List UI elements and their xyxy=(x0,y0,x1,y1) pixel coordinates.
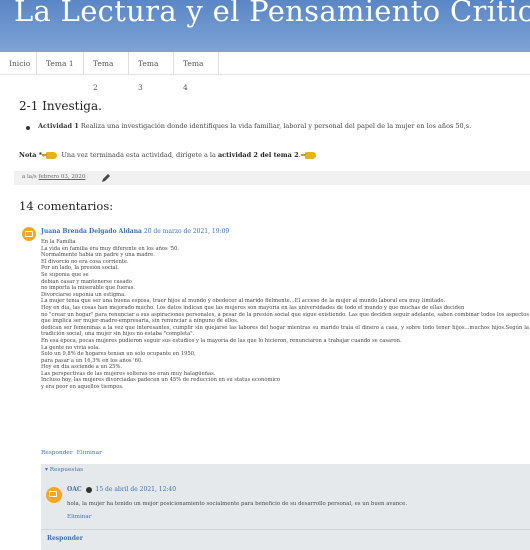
comment-line: En esa época, pocas mujeres pudieron seg… xyxy=(41,337,402,344)
hand-pointer-icon xyxy=(42,151,58,159)
delete-link[interactable]: Eliminar xyxy=(77,450,102,456)
reply-author[interactable]: OAC xyxy=(67,486,82,493)
blog-header: La Lectura y el Pensamiento Crítico. xyxy=(0,0,530,52)
nav-tab-inicio[interactable]: Inicio xyxy=(0,52,37,74)
blogger-avatar-icon[interactable] xyxy=(46,487,62,503)
note-bold-link: actividad 2 del tema 2 xyxy=(217,151,299,159)
comment-line: Solo un 9,8% de hogares tenían un solo o… xyxy=(41,351,196,358)
comment-actions: Responder Eliminar xyxy=(41,450,106,456)
hand-pointer-icon xyxy=(300,151,316,159)
note-label: Nota * xyxy=(19,151,43,159)
blog-title[interactable]: La Lectura y el Pensamiento Crítico. xyxy=(14,0,530,28)
activity-description: Realiza una investigación donde identifi… xyxy=(78,122,472,130)
comment-line: Las perspectivas de las mujeres solteras… xyxy=(41,370,216,377)
post-note: Nota *: Una vez terminada esta actividad… xyxy=(19,151,318,159)
replies-thread: ▾ Respuestas OAC 15 de abril de 2021, 12… xyxy=(41,464,530,550)
comment-header: Juana Brenda Delgado Aldana 20 de marzo … xyxy=(41,228,229,235)
post-date-link[interactable]: febrero 03, 2020 xyxy=(39,174,86,180)
comment-line: para pasar a un 16,3% en los años '60. xyxy=(41,357,143,364)
comment-line: Divorciarse suponía un estigma. xyxy=(41,291,126,298)
nav-tab-tema-3[interactable]: Tema 3 xyxy=(129,52,174,92)
comment-body: En la Familia La vida en familia era muy… xyxy=(41,239,529,391)
reply-header: OAC 15 de abril de 2021, 12:40 xyxy=(67,486,176,493)
post-title: 2-1 Investiga. xyxy=(19,99,102,113)
comment-line: La vida en familia era muy diferente en … xyxy=(41,245,180,252)
pencil-icon[interactable] xyxy=(101,173,111,183)
comment-date[interactable]: 20 de marzo de 2021, 19:09 xyxy=(144,228,229,235)
post-timestamp: a la/s febrero 03, 2020 xyxy=(22,174,85,180)
comments-heading: 14 comentarios: xyxy=(19,199,114,213)
reply-date[interactable]: 15 de abril de 2021, 12:40 xyxy=(96,486,177,493)
comment-line: Normalmente había un padre y una madre. xyxy=(41,252,155,259)
comment-line: Se suponía que se xyxy=(41,271,89,278)
comment-line: En la Familia xyxy=(41,239,76,245)
note-text: Una vez terminada esta actividad, diríge… xyxy=(59,151,218,159)
comment-line: Hoy en día, las cosas han mejorado mucho… xyxy=(41,304,465,311)
comment-author[interactable]: Juana Brenda Delgado Aldana xyxy=(41,228,142,235)
post-footer: a la/s febrero 03, 2020 xyxy=(14,171,530,185)
nav-tab-tema-1[interactable]: Tema 1 xyxy=(37,52,84,74)
comment-line: La gente no vivía sola. xyxy=(41,344,100,351)
respond-button[interactable]: Responder xyxy=(47,535,83,542)
list-bullet xyxy=(26,126,30,130)
comment-line: La mujer tenía que ser una buena esposa,… xyxy=(41,298,446,305)
reply-delete-link[interactable]: Eliminar xyxy=(67,514,91,520)
comment-line: Incluso hoy, las mujeres divorciadas pad… xyxy=(41,377,281,384)
comment-line: El divorcio no era cosa corriente. xyxy=(41,258,129,265)
replies-toggle[interactable]: ▾ Respuestas xyxy=(45,467,83,473)
comment-line: dedican ser femeninas a la vez que inter… xyxy=(41,324,529,338)
nav-tab-tema-4[interactable]: Tema 4 xyxy=(174,52,219,92)
activity-label: Actividad 1 xyxy=(38,122,79,130)
comment-line: Hoy en día asciende a un 25%. xyxy=(41,364,123,371)
reply-link[interactable]: Responder xyxy=(41,450,73,456)
verified-icon xyxy=(85,486,92,493)
comment-line: no "crear un hogar" para renunciar a sus… xyxy=(41,311,529,325)
divider xyxy=(41,529,530,530)
comment-line: y era peor en aquellos tiempos. xyxy=(41,384,124,391)
activity-text: Actividad 1 Realiza una investigación do… xyxy=(38,122,471,130)
comment-line: no importa la miserable que fueras. xyxy=(41,285,136,292)
comment-line: Por un lado, la presión social. xyxy=(41,265,119,272)
nav-bar: Inicio Tema 1 Tema 2 Tema 3 Tema 4 xyxy=(0,52,530,92)
post-date-prefix: a la/s xyxy=(22,174,39,180)
reply-text: hola, la mujer ha tenido un mejor posici… xyxy=(67,501,408,507)
comment-line: debían casar y mantenerse casado xyxy=(41,278,132,285)
nav-tab-tema-2[interactable]: Tema 2 xyxy=(84,52,129,92)
blogger-avatar-icon[interactable] xyxy=(22,227,36,241)
